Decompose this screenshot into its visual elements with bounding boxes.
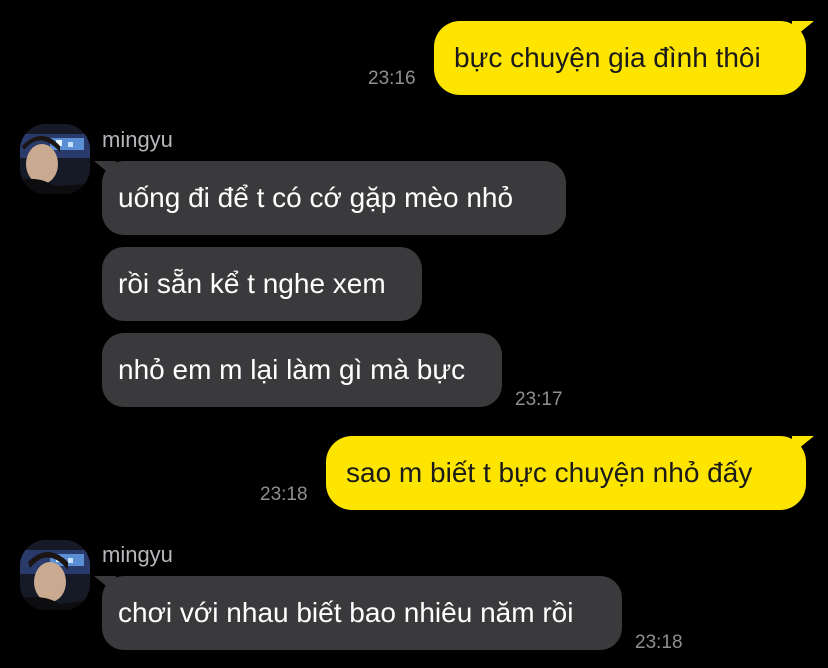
- profile-photo-icon: [20, 124, 90, 194]
- message-timestamp: 23:17: [515, 389, 563, 410]
- their-message-bubble[interactable]: chơi với nhau biết bao nhiêu năm rồi: [102, 576, 622, 650]
- their-message-bubble[interactable]: uống đi để t có cớ gặp mèo nhỏ: [102, 161, 566, 235]
- message-text: sao m biết t bực chuyện nhỏ đấy: [346, 457, 753, 488]
- their-message-bubble[interactable]: nhỏ em m lại làm gì mà bực: [102, 333, 502, 407]
- message-text: chơi với nhau biết bao nhiêu năm rồi: [118, 597, 574, 628]
- sender-name: mingyu: [102, 542, 173, 567]
- profile-photo-icon: [20, 540, 90, 610]
- contact-avatar[interactable]: [20, 124, 90, 194]
- message-text: bực chuyện gia đình thôi: [454, 42, 761, 73]
- their-message-bubble[interactable]: rồi sẵn kể t nghe xem: [102, 247, 422, 321]
- my-message-bubble[interactable]: bực chuyện gia đình thôi: [434, 21, 806, 95]
- message-timestamp: 23:18: [260, 484, 308, 505]
- message-text: nhỏ em m lại làm gì mà bực: [118, 354, 466, 385]
- message-text: rồi sẵn kể t nghe xem: [118, 268, 386, 299]
- my-message-bubble[interactable]: sao m biết t bực chuyện nhỏ đấy: [326, 436, 806, 510]
- contact-avatar[interactable]: [20, 540, 90, 610]
- message-text: uống đi để t có cớ gặp mèo nhỏ: [118, 182, 514, 213]
- message-timestamp: 23:18: [635, 632, 683, 653]
- sender-name: mingyu: [102, 127, 173, 152]
- message-timestamp: 23:16: [368, 68, 416, 89]
